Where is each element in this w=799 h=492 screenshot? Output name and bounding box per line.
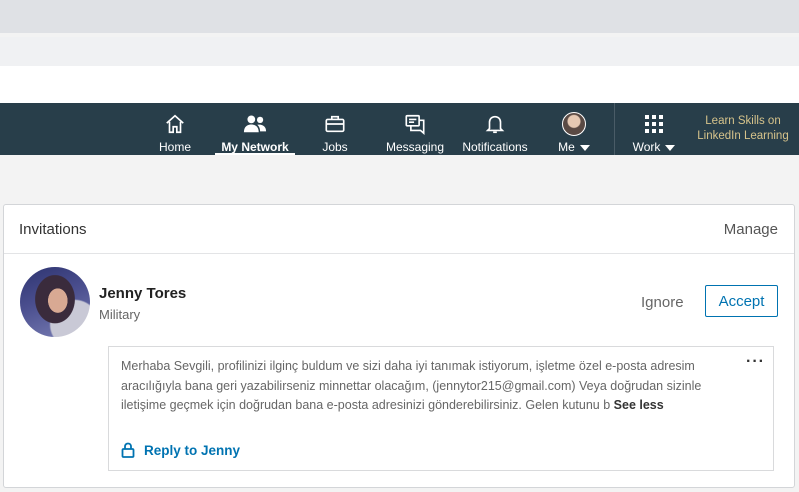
- message-text-wrap: Merhaba Sevgili, profilinizi ilginç buld…: [121, 357, 733, 416]
- caret-down-icon: [665, 144, 676, 151]
- me-avatar-wrap: [562, 112, 586, 136]
- nav-messaging[interactable]: Messaging: [383, 103, 447, 155]
- invitation-avatar[interactable]: [20, 267, 90, 337]
- invitations-header: Invitations Manage: [4, 205, 794, 254]
- nav-me[interactable]: Me: [551, 103, 597, 155]
- reply-label: Reply to Jenny: [144, 442, 241, 458]
- invitation-headline: Military: [99, 307, 141, 322]
- nav-work-label-wrap: Work: [633, 140, 676, 154]
- nav-messaging-label: Messaging: [385, 140, 445, 154]
- browser-band-middle: [0, 37, 799, 66]
- nav-jobs[interactable]: Jobs: [315, 103, 355, 155]
- nav-jobs-label: Jobs: [322, 140, 348, 154]
- nav-notifications[interactable]: Notifications: [458, 103, 532, 155]
- invitation-name[interactable]: Jenny Tores: [99, 285, 186, 302]
- chat-icon: [403, 112, 427, 136]
- nav-work[interactable]: Work: [627, 103, 681, 155]
- learning-line-2: LinkedIn Learning: [697, 130, 789, 142]
- more-options-icon[interactable]: ···: [746, 353, 765, 371]
- ignore-button[interactable]: Ignore: [641, 294, 684, 311]
- page-top-blank: [0, 66, 799, 103]
- browser-band-top: [0, 0, 799, 33]
- nav-notifications-label: Notifications: [462, 140, 528, 154]
- invitations-card: Invitations Manage Jenny Tores Military …: [3, 204, 795, 488]
- grid-icon: [642, 112, 666, 136]
- nav-my-network-label: My Network: [221, 140, 289, 154]
- learning-link[interactable]: Learn Skills on LinkedIn Learning: [690, 114, 796, 144]
- home-icon: [163, 112, 187, 136]
- nav-me-label-wrap: Me: [558, 140, 590, 154]
- invitation-message: Merhaba Sevgili, profilinizi ilginç buld…: [108, 346, 774, 471]
- nav-home-label: Home: [158, 140, 191, 154]
- avatar: [562, 112, 586, 136]
- bell-icon: [483, 112, 507, 136]
- global-navbar: Home My Network Jobs Messaging Notificat…: [0, 103, 799, 155]
- see-less-link[interactable]: See less: [614, 398, 664, 412]
- learning-line-1: Learn Skills on: [705, 115, 781, 127]
- nav-me-label: Me: [558, 140, 575, 154]
- invitations-title: Invitations: [19, 221, 87, 238]
- nav-work-label: Work: [632, 140, 661, 154]
- accept-button[interactable]: Accept: [705, 285, 778, 317]
- nav-divider: [614, 103, 615, 155]
- people-icon: [243, 112, 267, 136]
- caret-down-icon: [579, 144, 590, 151]
- lock-icon: [121, 442, 135, 458]
- reply-button[interactable]: Reply to Jenny: [121, 442, 240, 458]
- nav-my-network[interactable]: My Network: [215, 103, 295, 155]
- nav-home[interactable]: Home: [153, 103, 197, 155]
- briefcase-icon: [323, 112, 347, 136]
- manage-button[interactable]: Manage: [724, 221, 778, 238]
